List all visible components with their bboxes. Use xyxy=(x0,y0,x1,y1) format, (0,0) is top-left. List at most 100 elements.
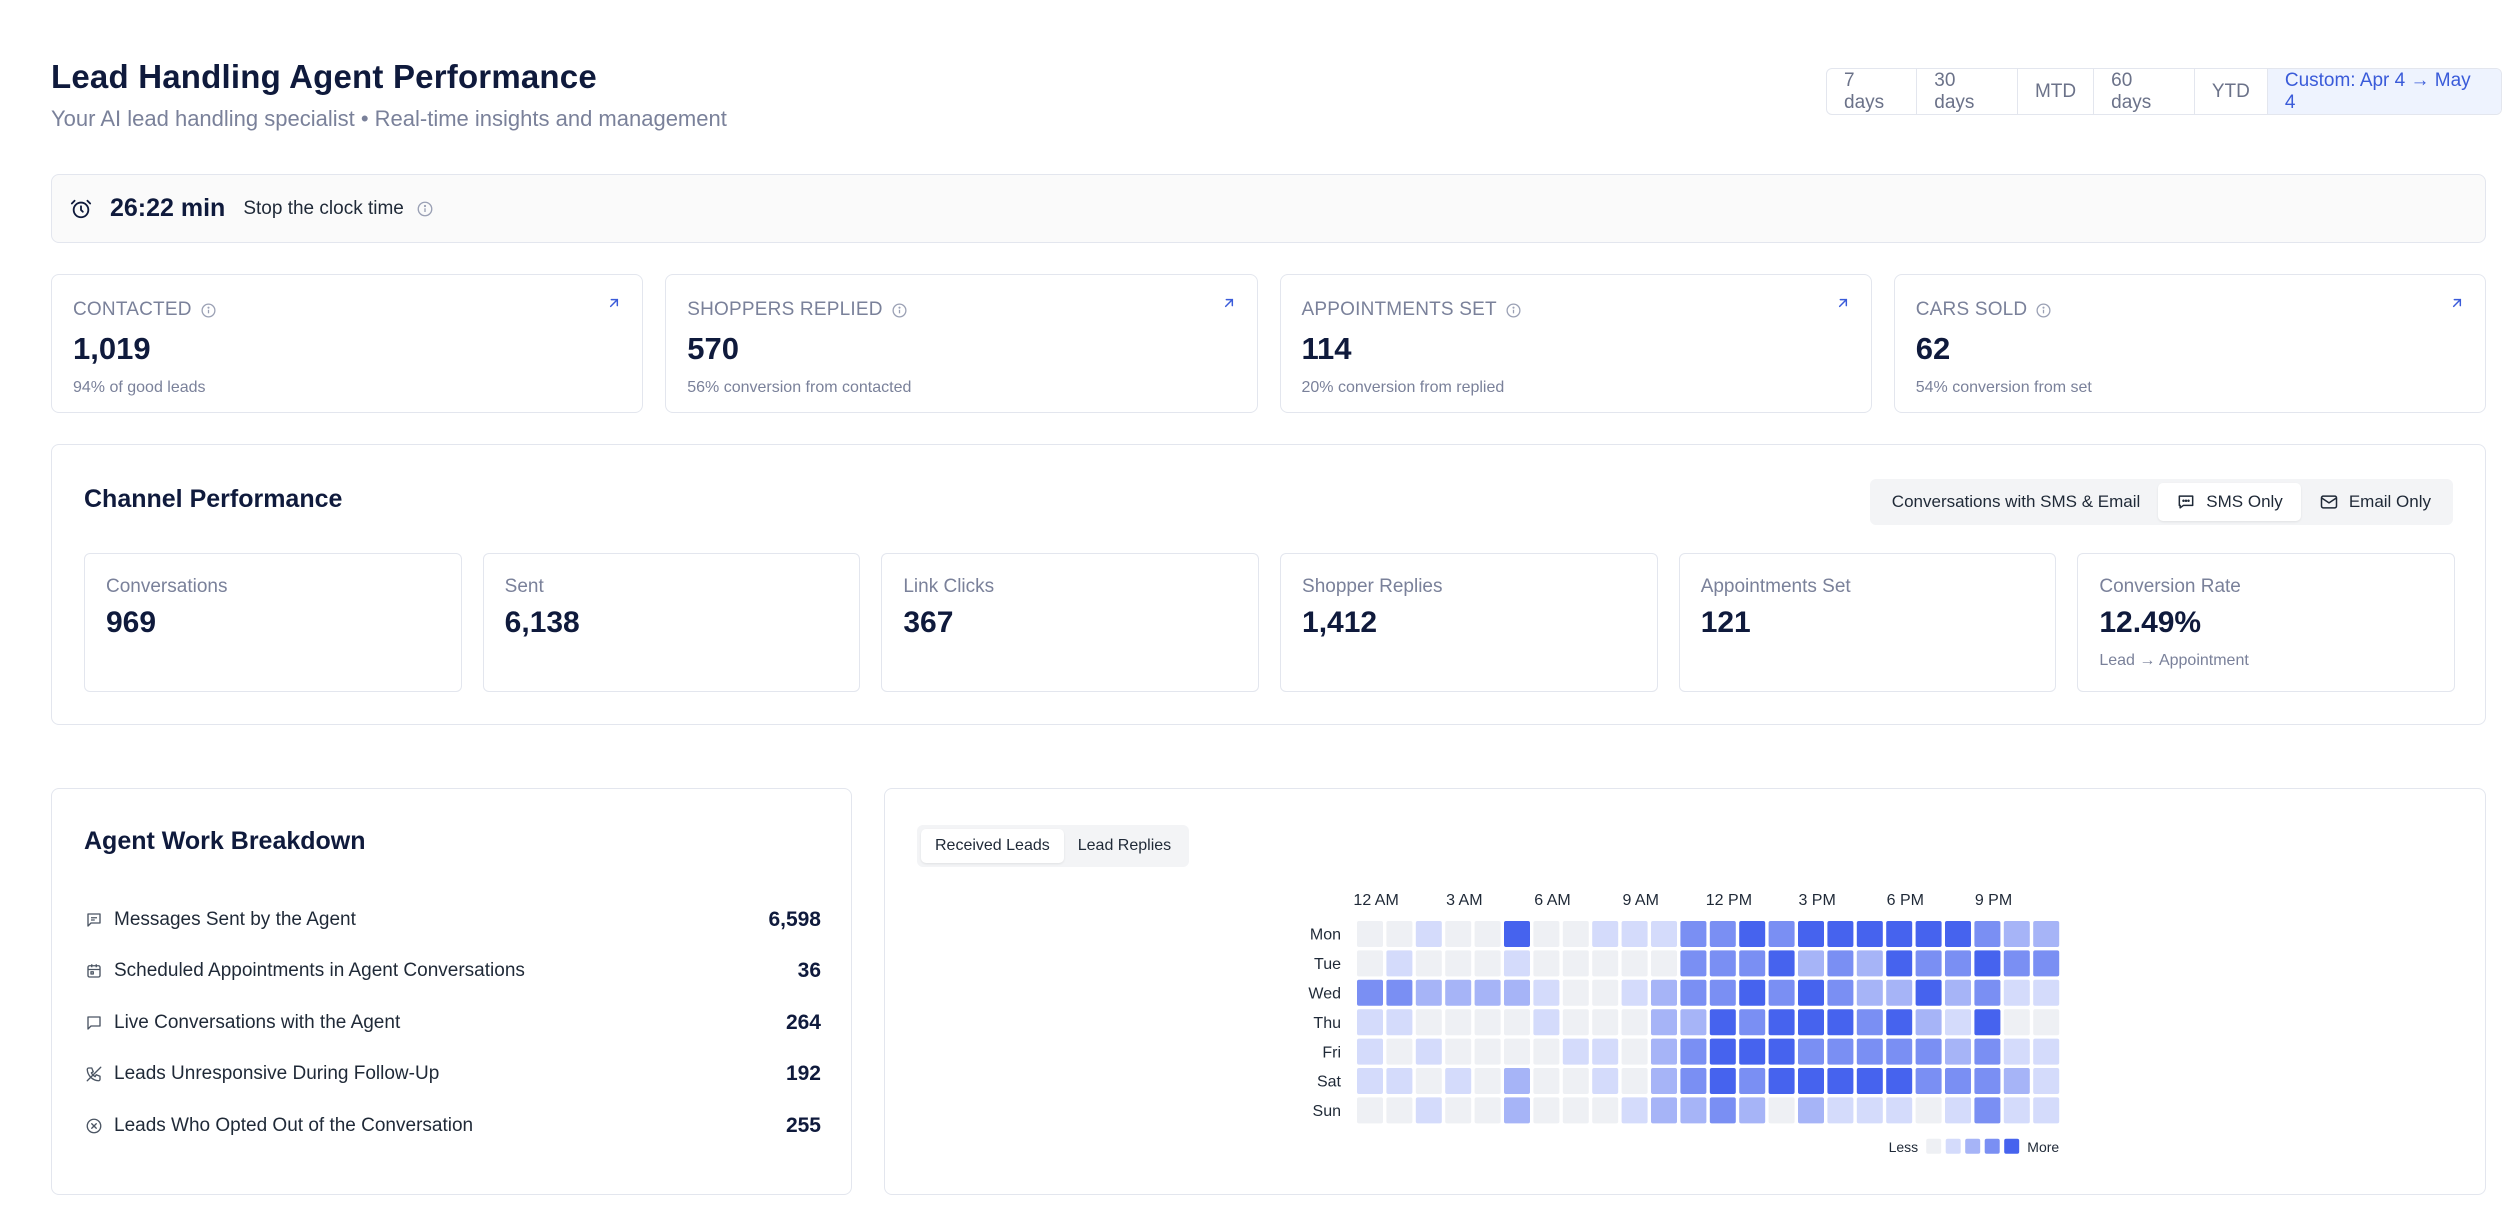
heatmap-cell xyxy=(1856,1038,1883,1065)
heatmap-cell xyxy=(1974,950,2001,977)
kpi-card-shoppers-replied[interactable]: SHOPPERS REPLIED 570 56% conversion from… xyxy=(665,274,1258,413)
heatmap-cell xyxy=(1533,979,1560,1006)
kpi-card-contacted[interactable]: CONTACTED 1,019 94% of good leads xyxy=(51,274,644,413)
legend-swatch xyxy=(1945,1138,1961,1154)
channel-performance-panel: Channel Performance Conversations with S… xyxy=(51,444,2486,725)
heatmap-cell xyxy=(1945,979,1971,1006)
range-custom-button[interactable]: Custom: Apr 4 → May 4 xyxy=(2267,69,2501,114)
heatmap-cell xyxy=(1945,950,1971,977)
heatmap-cell xyxy=(2003,921,2030,947)
page-title: Lead Handling Agent Performance xyxy=(51,58,597,95)
heatmap-cell xyxy=(1945,1009,1971,1036)
stat-label: Conversations xyxy=(106,576,228,597)
heatmap-cell xyxy=(1680,950,1707,977)
range-60-days-button[interactable]: 60 days xyxy=(2094,69,2195,114)
heatmap-cell xyxy=(1445,950,1472,977)
heatmap-cell xyxy=(2003,1097,2030,1124)
heatmap-cell xyxy=(1651,979,1677,1006)
heatmap-cell xyxy=(1592,1097,1619,1124)
stat-label: Sent xyxy=(504,576,544,597)
arrow-up-right-icon[interactable] xyxy=(1221,295,1237,316)
range-mtd-button[interactable]: MTD xyxy=(2018,69,2095,114)
x-tick-label: 6 AM xyxy=(1534,892,1570,909)
kpi-card-cars-sold[interactable]: CARS SOLD 62 54% conversion from set xyxy=(1893,274,2486,413)
heatmap-cell xyxy=(2033,921,2060,947)
arrow-up-right-icon[interactable] xyxy=(1835,295,1851,316)
heatmap-cell xyxy=(1827,979,1854,1006)
info-icon[interactable] xyxy=(416,200,434,218)
heatmap-cell xyxy=(1768,921,1795,947)
info-icon[interactable] xyxy=(1505,302,1522,319)
phone-off-icon xyxy=(84,1064,104,1084)
heatmap-cell xyxy=(1621,1068,1648,1094)
heatmap-cell xyxy=(1798,921,1824,947)
kpi-value: 1,019 xyxy=(73,331,151,366)
info-icon[interactable] xyxy=(891,302,908,319)
x-tick-label: 3 AM xyxy=(1446,892,1482,909)
stat-value: 1,412 xyxy=(1302,606,1378,639)
kpi-value: 114 xyxy=(1301,331,1352,366)
stat-card-sent: Sent 6,138 xyxy=(482,553,861,692)
heatmap-cell xyxy=(1621,979,1648,1006)
stat-value: 367 xyxy=(903,606,954,639)
heatmap-cell xyxy=(1798,950,1824,977)
y-tick-label: Fri xyxy=(1322,1044,1341,1061)
heatmap-cell xyxy=(2033,950,2060,977)
heatmap-cell xyxy=(1798,1097,1824,1124)
heatmap-cell xyxy=(1945,1068,1971,1094)
range-ytd-button[interactable]: YTD xyxy=(2195,69,2268,114)
range-7-days-button[interactable]: 7 days xyxy=(1827,69,1918,114)
arrow-up-right-icon[interactable] xyxy=(606,295,622,316)
agent-work-breakdown-title: Agent Work Breakdown xyxy=(84,827,366,855)
toggle-sms-only[interactable]: SMS Only xyxy=(2158,483,2301,521)
legend-more-label: More xyxy=(2027,1139,2059,1155)
heatmap-cell xyxy=(1827,1097,1854,1124)
heatmap-cell xyxy=(1680,979,1707,1006)
toggle-email-only[interactable]: Email Only xyxy=(2301,483,2449,521)
heatmap-cell xyxy=(1651,1097,1677,1124)
kpi-card-appointments-set[interactable]: APPOINTMENTS SET 114 20% conversion from… xyxy=(1279,274,1872,413)
mail-icon xyxy=(2319,492,2339,512)
heatmap-cell xyxy=(1621,1038,1648,1065)
heatmap-cell xyxy=(1445,1068,1472,1094)
heatmap-cell xyxy=(2033,1009,2060,1036)
heatmap-cell xyxy=(1415,921,1442,947)
heatmap-cell xyxy=(1533,1097,1560,1124)
heatmap-cell xyxy=(1886,979,1913,1006)
activity-heatmap-panel: Received Leads Lead Replies 12 AM 3 AM 6 A… xyxy=(884,788,2486,1195)
heatmap-cell xyxy=(1768,1038,1795,1065)
arrow-up-right-icon[interactable] xyxy=(2449,295,2465,316)
x-tick-label: 3 PM xyxy=(1798,892,1835,909)
toggle-sms-and-email[interactable]: Conversations with SMS & Email xyxy=(1874,483,2158,521)
heatmap-cell xyxy=(1768,979,1795,1006)
kpi-subtext: 54% conversion from set xyxy=(1915,379,2092,396)
alarm-clock-icon xyxy=(70,198,92,220)
heatmap-cell xyxy=(1827,921,1854,947)
y-tick-label: Mon xyxy=(1310,927,1341,944)
page-subtitle: Your AI lead handling specialist • Real-… xyxy=(51,106,727,131)
info-icon[interactable] xyxy=(2035,302,2052,319)
stat-label: Conversion Rate xyxy=(2099,576,2241,597)
heatmap-cell xyxy=(1680,1038,1707,1065)
range-30-days-button[interactable]: 30 days xyxy=(1917,69,2018,114)
kpi-subtext: 94% of good leads xyxy=(73,379,206,396)
heatmap-cell xyxy=(1562,1009,1589,1036)
heatmap-cell xyxy=(1474,979,1501,1006)
work-item-label: Live Conversations with the Agent xyxy=(114,1011,401,1033)
heatmap-cell xyxy=(1357,1038,1383,1065)
legend-less-label: Less xyxy=(1889,1139,1919,1155)
info-icon[interactable] xyxy=(200,302,217,319)
heatmap-cell xyxy=(1709,1038,1736,1065)
work-item-label: Messages Sent by the Agent xyxy=(114,908,356,930)
legend-swatch xyxy=(1965,1138,1981,1154)
stat-card-link-clicks: Link Clicks 367 xyxy=(881,553,1260,692)
list-item: Leads Who Opted Out of the Conversation … xyxy=(84,1100,821,1152)
x-tick-label: 12 AM xyxy=(1353,892,1398,909)
heatmap-cell xyxy=(1562,1038,1589,1065)
heatmap-cell xyxy=(1886,921,1913,947)
heatmap-cell xyxy=(1709,979,1736,1006)
legend-swatch xyxy=(1984,1138,2000,1154)
kpi-subtext: 56% conversion from contacted xyxy=(687,379,912,396)
heatmap-cell xyxy=(2033,979,2060,1006)
heatmap-cell xyxy=(1504,950,1530,977)
